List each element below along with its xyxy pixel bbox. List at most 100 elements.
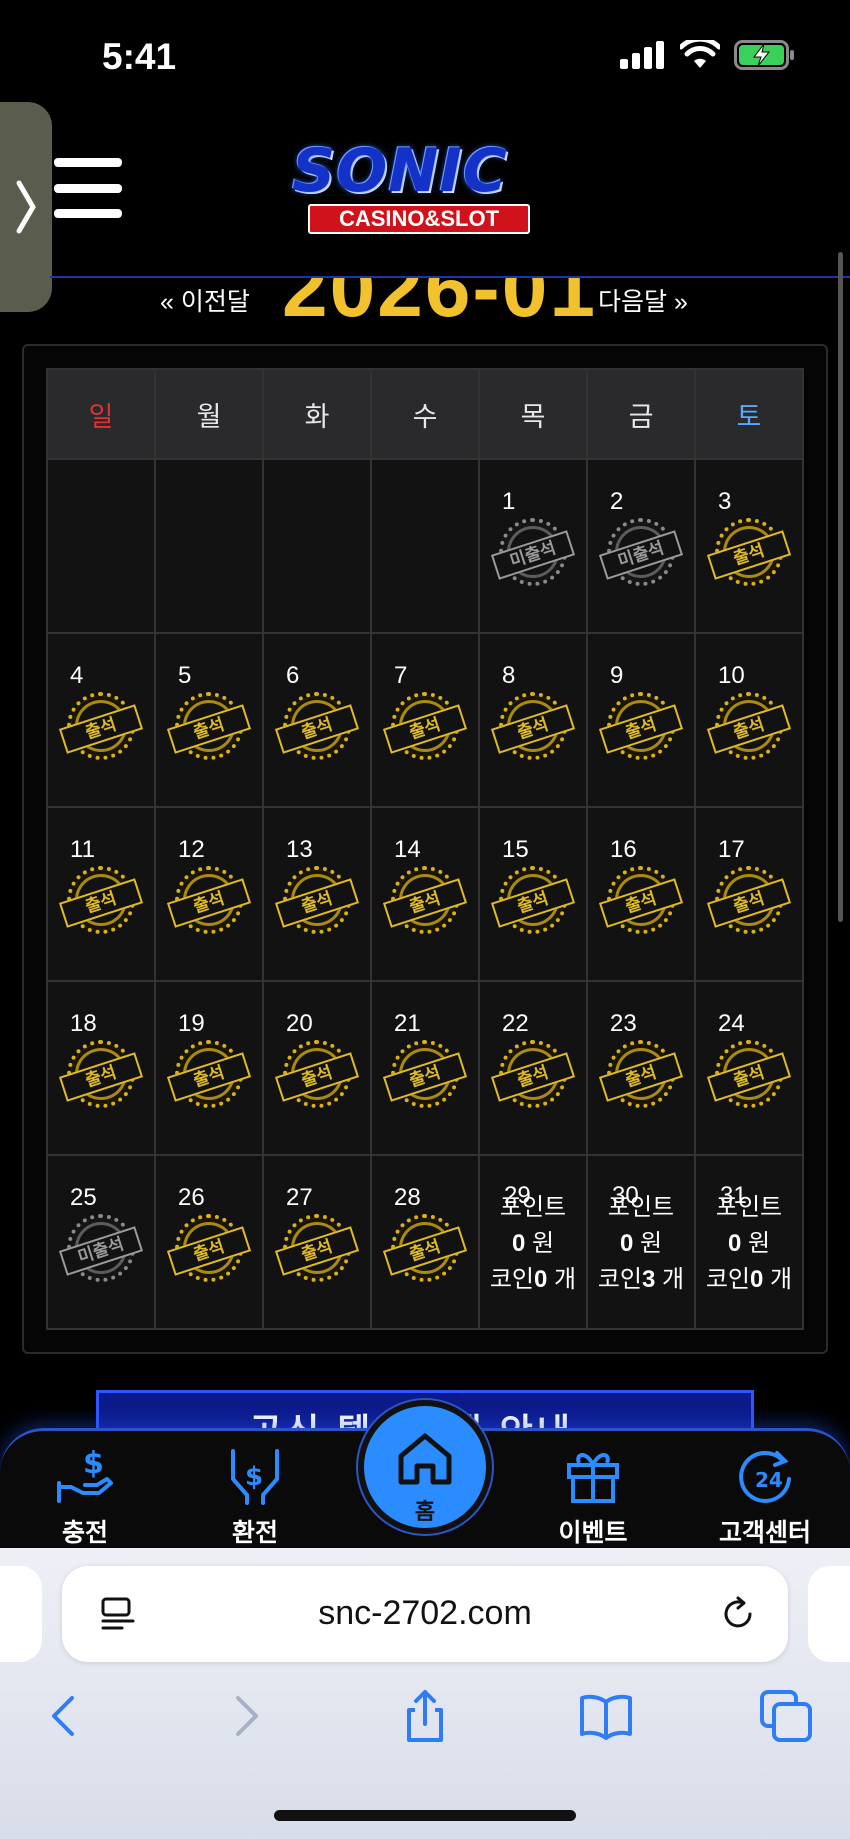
next-tab-peek[interactable] (808, 1566, 850, 1662)
stamp-label: 출석 (598, 1052, 684, 1102)
tabs-icon[interactable] (758, 1688, 814, 1744)
attended-stamp-icon: 출석 (166, 1214, 252, 1282)
calendar-day-cell: 14 출석 (370, 806, 480, 982)
attended-stamp-icon: 출석 (58, 1040, 144, 1108)
calendar-day-cell: 21 출석 (370, 980, 480, 1156)
points-value-line: 0 원 (588, 1226, 694, 1262)
next-month-link[interactable]: 다음달 » (598, 282, 688, 318)
calendar-day-cell: 3 출석 (694, 458, 804, 634)
nav-support[interactable]: 24 고객센터 (700, 1431, 830, 1551)
stamp-label: 출석 (598, 878, 684, 928)
attended-stamp-icon: 출석 (274, 1040, 360, 1108)
day-number: 9 (610, 662, 624, 689)
stamp-label: 출석 (490, 1052, 576, 1102)
day-number: 21 (394, 1010, 421, 1037)
share-icon[interactable] (397, 1688, 453, 1744)
calendar-day-cell: 10 출석 (694, 632, 804, 808)
nav-deposit[interactable]: $ 충전 (20, 1431, 150, 1551)
weekday-mon: 월 (154, 368, 264, 460)
prev-month-link[interactable]: « 이전달 (160, 282, 250, 318)
calendar-day-cell: 24 출석 (694, 980, 804, 1156)
home-icon (398, 1433, 452, 1485)
coin-value: 0 (750, 1266, 764, 1293)
stamp-label: 출석 (382, 878, 468, 928)
point-value: 0 (511, 1230, 526, 1257)
calendar-day-cell: 19 출석 (154, 980, 264, 1156)
svg-text:24: 24 (755, 1468, 783, 1492)
calendar-week-row: 11 출석 12 출석 13 출석 14 출석 15 출석 16 출석 17 출석 (46, 806, 804, 982)
previous-tab-peek[interactable] (0, 1566, 42, 1662)
forward-icon[interactable] (218, 1688, 274, 1744)
nav-withdraw[interactable]: $ 환전 (190, 1431, 320, 1551)
nav-deposit-label: 충전 (61, 1519, 108, 1547)
coin-line: 코인0 개 (696, 1262, 802, 1298)
attended-stamp-icon: 출석 (598, 692, 684, 760)
stamp-label: 출석 (382, 1052, 468, 1102)
stamp-label: 출석 (598, 704, 684, 754)
attended-stamp-icon: 출석 (166, 1040, 252, 1108)
day-number: 2 (610, 488, 624, 515)
scrollbar[interactable] (838, 252, 843, 922)
coin-value: 0 (534, 1266, 548, 1293)
day-number: 4 (70, 662, 84, 689)
url-text: snc-2702.com (318, 1594, 532, 1632)
point-value: 0 (619, 1230, 634, 1257)
hamburger-menu-icon[interactable] (54, 158, 122, 218)
points-value-line: 0 원 (480, 1226, 586, 1262)
day-number: 17 (718, 836, 745, 863)
chevron-right-icon (16, 180, 36, 234)
point-label: 포인트 (607, 1194, 675, 1221)
weekday-wed: 수 (370, 368, 480, 460)
logo-sub-text: CASINO&SLOT (308, 204, 530, 234)
calendar-day-cell: 16 출석 (586, 806, 696, 982)
stamp-label: 출석 (706, 530, 792, 580)
day-number: 16 (610, 836, 637, 863)
site-logo[interactable]: SONIC CASINO&SLOT (284, 136, 574, 236)
support-24h-icon: 24 (739, 1450, 791, 1503)
attended-stamp-icon: 출석 (490, 866, 576, 934)
stamp-label: 출석 (58, 1052, 144, 1102)
month-title: 2026-01 (282, 278, 597, 318)
attended-stamp-icon: 출석 (598, 866, 684, 934)
calendar-day-cell: 30 포인트 0 원 코인3 개 (586, 1154, 696, 1330)
points-summary: 포인트 0 원 코인0 개 (480, 1190, 586, 1298)
nav-event[interactable]: 이벤트 (528, 1431, 658, 1551)
bookmarks-icon[interactable] (578, 1688, 634, 1744)
coin-label: 코인 (705, 1266, 751, 1293)
nav-home-button[interactable]: 홈 (358, 1400, 492, 1534)
status-bar: 5:41 (0, 0, 850, 110)
attended-stamp-icon: 출석 (706, 866, 792, 934)
stamp-label: 출석 (166, 1226, 252, 1276)
points-line: 포인트 (480, 1190, 586, 1226)
calendar-day-cell: 25 미출석 (46, 1154, 156, 1330)
calendar-day-cell: 31 포인트 0 원 코인0 개 (694, 1154, 804, 1330)
coin-line: 코인3 개 (588, 1262, 694, 1298)
points-value-line: 0 원 (696, 1226, 802, 1262)
calendar-week-row: 25 미출석 26 출석 27 출석 28 출석 29 포인트 0 원 코인0 개 30 포인트 0 원 코인… (46, 1154, 804, 1330)
day-number: 12 (178, 836, 205, 863)
calendar-week-row: 4 출석 5 출석 6 출석 7 출석 8 출석 9 출석 10 출석 (46, 632, 804, 808)
points-summary: 포인트 0 원 코인3 개 (588, 1190, 694, 1298)
svg-text:$: $ (83, 1446, 104, 1481)
points-line: 포인트 (588, 1190, 694, 1226)
point-value: 0 (727, 1230, 742, 1257)
stamp-label: 출석 (382, 1226, 468, 1276)
day-number: 8 (502, 662, 516, 689)
day-number: 11 (70, 836, 95, 863)
address-bar[interactable]: snc-2702.com (62, 1566, 788, 1662)
attended-stamp-icon: 출석 (706, 1040, 792, 1108)
stamp-label: 출석 (490, 704, 576, 754)
stamp-label: 출석 (706, 1052, 792, 1102)
reload-icon[interactable] (718, 1594, 758, 1634)
weekday-sat: 토 (694, 368, 804, 460)
weekday-fri: 금 (586, 368, 696, 460)
attended-stamp-icon: 출석 (598, 1040, 684, 1108)
attended-stamp-icon: 출석 (166, 692, 252, 760)
back-icon[interactable] (36, 1688, 92, 1744)
stamp-label: 출석 (274, 878, 360, 928)
browser-toolbar (0, 1688, 850, 1748)
point-label: 포인트 (499, 1194, 567, 1221)
calendar-day-cell: 17 출석 (694, 806, 804, 982)
nav-withdraw-label: 환전 (231, 1519, 278, 1547)
point-label: 포인트 (715, 1194, 783, 1221)
